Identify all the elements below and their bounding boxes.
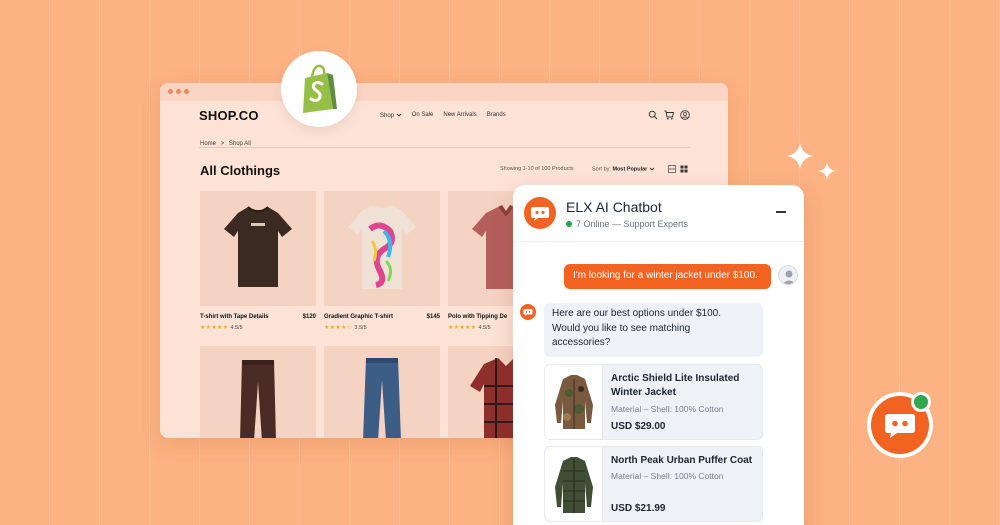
window-dot[interactable]	[176, 89, 181, 94]
jeans-image	[363, 358, 401, 438]
product-name[interactable]: North Peak Urban Puffer Coat	[611, 454, 759, 468]
window-dot[interactable]	[184, 89, 189, 94]
nav-links: Shop On Sale New Arrivals Brands	[380, 112, 506, 119]
chat-product-card[interactable]: North Peak Urban Puffer Coat Material – …	[544, 446, 763, 522]
product-info: Gradient Graphic T-shirt $145	[324, 314, 440, 320]
puffer-coat-image	[555, 457, 593, 513]
breadcrumb-home[interactable]: Home	[200, 141, 216, 147]
tshirt-image	[224, 206, 292, 287]
camo-jacket-image	[555, 375, 593, 429]
browser-title-bar	[160, 83, 728, 101]
star-rating-icon: ★★★★★	[200, 325, 229, 331]
chatbot-avatar-small	[520, 304, 536, 320]
star-rating-icon: ★★★★★	[448, 325, 477, 331]
nav-brands[interactable]: Brands	[487, 112, 506, 119]
grid-view-icon[interactable]	[680, 165, 688, 173]
chevron-down-icon	[396, 113, 402, 117]
rating-value: 4.5/5	[478, 324, 491, 331]
graphic-tshirt-image	[348, 205, 416, 289]
product-card[interactable]	[324, 346, 440, 438]
product-card[interactable]	[200, 346, 316, 438]
product-name[interactable]: Polo with Tipping De	[448, 314, 507, 320]
nav-shop[interactable]: Shop	[380, 112, 402, 119]
breadcrumb-current: Shop All	[228, 141, 251, 147]
bot-message-line: Here are our best options under $100.	[552, 308, 721, 319]
chevron-down-icon	[649, 167, 655, 171]
sort-label: Sort by:	[592, 166, 611, 173]
product-price: $120	[302, 314, 316, 320]
search-icon[interactable]	[648, 110, 658, 120]
view-toggle	[668, 165, 688, 173]
product-rating: ★★★★☆ 3.5/5	[324, 324, 440, 332]
product-image[interactable]	[200, 346, 316, 438]
product-card[interactable]: T-shirt with Tape Details $120 ★★★★★ 4.5…	[200, 191, 316, 331]
window-dot[interactable]	[168, 89, 173, 94]
product-material: Material – Shell: 100% Cotton	[611, 471, 724, 481]
product-price: USD $21.99	[611, 503, 666, 514]
online-indicator	[911, 392, 931, 412]
chatbot-icon	[531, 207, 549, 221]
minimize-icon[interactable]	[776, 211, 786, 213]
list-view-icon[interactable]	[668, 165, 676, 173]
shop-nav-bar: SHOP.CO Shop On Sale New Arrivals Brands	[160, 101, 728, 148]
product-image[interactable]	[324, 191, 440, 306]
breadcrumb: Home > Shop All	[200, 141, 251, 147]
rating-value: 3.5/5	[354, 324, 367, 331]
bot-message-line: Would you like to see matching	[552, 322, 691, 334]
product-image[interactable]	[545, 365, 603, 439]
shopify-logo-icon	[303, 64, 337, 113]
rating-value: 4.5/5	[230, 324, 243, 331]
chat-title: ELX AI Chatbot	[566, 199, 662, 215]
chat-status: 7 Online — Support Experts	[566, 219, 688, 229]
chatbot-panel: ELX AI Chatbot 7 Online — Support Expert…	[513, 185, 804, 525]
bot-message-line: accessories?	[552, 337, 611, 348]
product-name[interactable]: Arctic Shield Lite Insulated Winter Jack…	[611, 372, 759, 400]
breadcrumb-separator: >	[220, 141, 225, 147]
bot-message: Here are our best options under $100. Wo…	[544, 303, 763, 357]
nav-on-sale[interactable]: On Sale	[412, 112, 434, 119]
nav-icons	[648, 110, 690, 120]
shopify-badge	[281, 51, 357, 127]
nav-shop-label: Shop	[380, 112, 395, 119]
chat-status-text: 7 Online — Support Experts	[576, 219, 689, 229]
page-title: All Clothings	[200, 163, 281, 178]
sort-dropdown[interactable]: Sort by: Most Popular	[592, 166, 655, 172]
chat-header: ELX AI Chatbot 7 Online — Support Expert…	[513, 185, 804, 242]
user-avatar	[778, 265, 798, 285]
product-name[interactable]: Gradient Graphic T-shirt	[324, 314, 393, 320]
cart-icon[interactable]	[664, 110, 674, 120]
product-image[interactable]	[200, 191, 316, 306]
product-name[interactable]: T-shirt with Tape Details	[200, 314, 269, 320]
online-status-dot	[566, 221, 572, 227]
product-card[interactable]: Gradient Graphic T-shirt $145 ★★★★☆ 3.5/…	[324, 191, 440, 331]
chat-product-card[interactable]: Arctic Shield Lite Insulated Winter Jack…	[544, 364, 763, 440]
product-image[interactable]	[324, 346, 440, 438]
chatbot-icon	[523, 309, 533, 316]
product-rating: ★★★★★ 4.5/5	[200, 324, 316, 332]
chatbot-avatar	[524, 197, 556, 229]
product-info: T-shirt with Tape Details $120	[200, 314, 316, 320]
user-message: I'm looking for a winter jacket under $1…	[564, 264, 771, 289]
sparkle-icon	[818, 162, 836, 180]
nav-divider	[199, 147, 690, 148]
star-rating-icon: ★★★★☆	[324, 325, 353, 331]
user-icon[interactable]	[680, 110, 690, 120]
product-price: $145	[426, 314, 440, 320]
brown-pants-image	[240, 360, 276, 438]
user-avatar-icon	[782, 270, 796, 284]
nav-new-arrivals[interactable]: New Arrivals	[443, 112, 476, 119]
product-price: USD $29.00	[611, 421, 666, 432]
product-material: Material – Shell: 100% Cotton	[611, 404, 724, 414]
results-count: Showing 1-10 of 100 Products	[500, 166, 574, 172]
sparkle-icon	[787, 143, 813, 169]
sort-value: Most Popular	[612, 166, 648, 173]
product-image[interactable]	[545, 447, 603, 521]
shop-logo[interactable]: SHOP.CO	[199, 108, 259, 123]
